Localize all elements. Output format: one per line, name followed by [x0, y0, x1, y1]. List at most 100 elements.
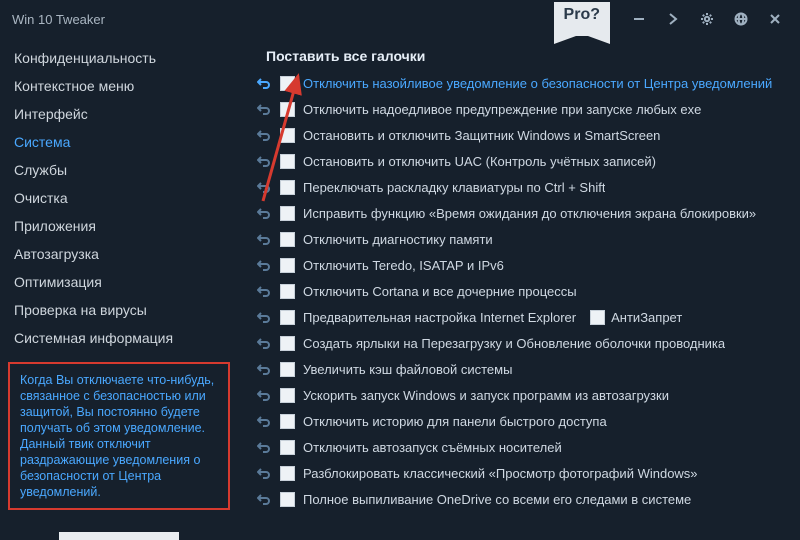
tweak-checkbox[interactable]	[280, 258, 295, 273]
tweak-row: Отключить автозапуск съёмных носителей	[256, 434, 794, 460]
revert-icon[interactable]	[256, 465, 272, 481]
tweak-label[interactable]: Остановить и отключить UAC (Контроль учё…	[303, 154, 656, 169]
tweak-label[interactable]: Создать ярлыки на Перезагрузку и Обновле…	[303, 336, 725, 351]
title-bar: Win 10 Tweaker Pro?	[0, 0, 800, 38]
sidebar-item[interactable]: Контекстное меню	[0, 72, 238, 100]
tweak-checkbox[interactable]	[280, 154, 295, 169]
revert-icon[interactable]	[256, 153, 272, 169]
section-title[interactable]: Поставить все галочки	[266, 48, 794, 64]
sidebar-item-label: Контекстное меню	[14, 78, 134, 94]
settings-button[interactable]	[690, 4, 724, 34]
pro-label: Pro?	[564, 6, 600, 23]
revert-icon[interactable]	[256, 179, 272, 195]
tweak-label[interactable]: Увеличить кэш файловой системы	[303, 362, 512, 377]
tweak-label[interactable]: Отключить диагностику памяти	[303, 232, 493, 247]
sidebar-item[interactable]: Конфиденциальность	[0, 44, 238, 72]
sidebar-nav: Конфиденциальность Контекстное меню Интерф…	[0, 44, 238, 356]
tweak-checkbox[interactable]	[280, 232, 295, 247]
close-icon	[768, 12, 782, 26]
tweak-row: Разблокировать классический «Просмотр фо…	[256, 460, 794, 486]
tweak-label[interactable]: Разблокировать классический «Просмотр фо…	[303, 466, 698, 481]
sidebar-item[interactable]: Автозагрузка	[0, 240, 238, 268]
revert-icon[interactable]	[256, 335, 272, 351]
sidebar-item[interactable]: Интерфейс	[0, 100, 238, 128]
tweak-row: Создать ярлыки на Перезагрузку и Обновле…	[256, 330, 794, 356]
tweak-extra: АнтиЗапрет	[590, 310, 682, 325]
sidebar-item[interactable]: Оптимизация	[0, 268, 238, 296]
sidebar-item-label: Оптимизация	[14, 274, 102, 290]
tweak-label[interactable]: Остановить и отключить Защитник Windows …	[303, 128, 660, 143]
sidebar-item[interactable]: Система	[0, 128, 238, 156]
language-button[interactable]	[724, 4, 758, 34]
tweak-label[interactable]: Переключать раскладку клавиатуры по Ctrl…	[303, 180, 605, 195]
revert-icon[interactable]	[256, 101, 272, 117]
play-icon	[666, 12, 680, 26]
tweak-row: Отключить Cortana и все дочерние процесс…	[256, 278, 794, 304]
tweak-label[interactable]: Отключить надоедливое предупреждение при…	[303, 102, 701, 117]
tweak-extra-checkbox[interactable]	[590, 310, 605, 325]
tweak-label[interactable]: Предварительная настройка Internet Explo…	[303, 310, 576, 325]
tweak-checkbox[interactable]	[280, 284, 295, 299]
tweak-checkbox[interactable]	[280, 492, 295, 507]
tweak-checkbox[interactable]	[280, 206, 295, 221]
tweak-row: Переключать раскладку клавиатуры по Ctrl…	[256, 174, 794, 200]
tweak-label[interactable]: Отключить Cortana и все дочерние процесс…	[303, 284, 577, 299]
revert-icon[interactable]	[256, 491, 272, 507]
tweak-row: Остановить и отключить UAC (Контроль учё…	[256, 148, 794, 174]
sidebar-item[interactable]: Очистка	[0, 184, 238, 212]
tweak-row: Отключить надоедливое предупреждение при…	[256, 96, 794, 122]
tweak-checkbox[interactable]	[280, 336, 295, 351]
revert-icon[interactable]	[256, 309, 272, 325]
sidebar: Конфиденциальность Контекстное меню Интерф…	[0, 38, 238, 540]
sidebar-item[interactable]: Службы	[0, 156, 238, 184]
hint-box: Когда Вы отключаете что-нибудь, связанно…	[8, 362, 230, 510]
sidebar-item[interactable]: Приложения	[0, 212, 238, 240]
revert-icon[interactable]	[256, 231, 272, 247]
tweak-checkbox[interactable]	[280, 440, 295, 455]
revert-icon[interactable]	[256, 387, 272, 403]
tweak-label[interactable]: Отключить историю для панели быстрого до…	[303, 414, 607, 429]
app-title: Win 10 Tweaker	[12, 12, 105, 27]
close-button[interactable]	[758, 4, 792, 34]
sidebar-item-label: Автозагрузка	[14, 246, 99, 262]
tweak-checkbox[interactable]	[280, 102, 295, 117]
sidebar-item-label: Конфиденциальность	[14, 50, 156, 66]
sidebar-item-label: Система	[14, 134, 70, 150]
main-panel: Поставить все галочки Отключить назойлив…	[238, 38, 800, 540]
sidebar-item[interactable]: Системная информация	[0, 324, 238, 352]
revert-icon[interactable]	[256, 257, 272, 273]
tweak-row: Отключить назойливое уведомление о безоп…	[256, 70, 794, 96]
tweak-checkbox[interactable]	[280, 180, 295, 195]
tweak-checkbox[interactable]	[280, 388, 295, 403]
titlebar-controls: Pro?	[554, 2, 792, 36]
tweak-row: Предварительная настройка Internet Explo…	[256, 304, 794, 330]
revert-icon[interactable]	[256, 439, 272, 455]
revert-icon[interactable]	[256, 413, 272, 429]
tweak-label[interactable]: Полное выпиливание OneDrive со всеми его…	[303, 492, 691, 507]
revert-icon[interactable]	[256, 75, 272, 91]
minimize-button[interactable]	[622, 4, 656, 34]
apply-button[interactable]: Применить	[59, 532, 178, 540]
tweak-extra-label[interactable]: АнтиЗапрет	[611, 310, 682, 325]
sidebar-item-label: Очистка	[14, 190, 68, 206]
revert-icon[interactable]	[256, 283, 272, 299]
sidebar-item[interactable]: Проверка на вирусы	[0, 296, 238, 324]
tweak-label[interactable]: Ускорить запуск Windows и запуск програм…	[303, 388, 669, 403]
tweak-checkbox[interactable]	[280, 310, 295, 325]
tweak-checkbox[interactable]	[280, 128, 295, 143]
revert-icon[interactable]	[256, 205, 272, 221]
tweak-label[interactable]: Отключить автозапуск съёмных носителей	[303, 440, 562, 455]
sidebar-item-label: Системная информация	[14, 330, 173, 346]
pro-ribbon[interactable]: Pro?	[554, 2, 610, 36]
tweak-checkbox[interactable]	[280, 362, 295, 377]
revert-icon[interactable]	[256, 127, 272, 143]
next-button[interactable]	[656, 4, 690, 34]
tweak-checkbox[interactable]	[280, 76, 295, 91]
tweak-label[interactable]: Отключить назойливое уведомление о безоп…	[303, 76, 772, 91]
tweak-label[interactable]: Отключить Teredo, ISATAP и IPv6	[303, 258, 504, 273]
sidebar-item-label: Приложения	[14, 218, 96, 234]
tweak-checkbox[interactable]	[280, 466, 295, 481]
revert-icon[interactable]	[256, 361, 272, 377]
tweak-checkbox[interactable]	[280, 414, 295, 429]
tweak-label[interactable]: Исправить функцию «Время ожидания до отк…	[303, 206, 756, 221]
